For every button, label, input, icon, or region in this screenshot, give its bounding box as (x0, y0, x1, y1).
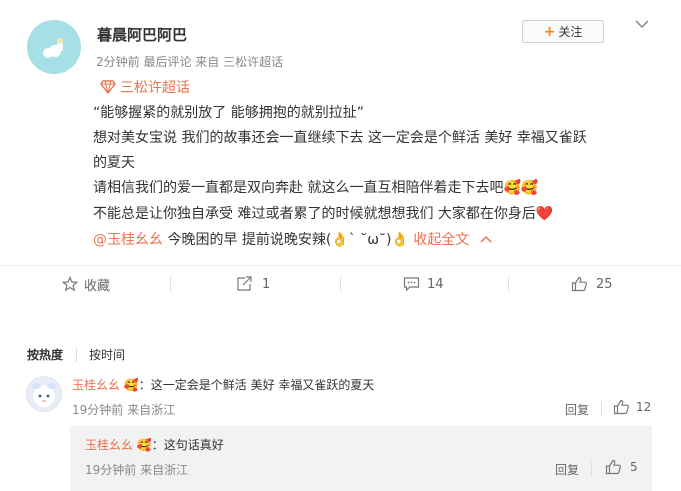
sort-by-time[interactable]: 按时间 (89, 346, 125, 363)
fan-badge-icon: 🥰 (123, 378, 139, 392)
collapse-button[interactable]: 收起全文 (413, 232, 492, 248)
plus-icon: + (543, 23, 556, 40)
chevron-down-icon[interactable] (634, 16, 650, 32)
like-button[interactable]: 25 (571, 266, 613, 302)
share-icon (237, 276, 252, 291)
post-toolbar: 收藏 1 14 25 (0, 265, 681, 303)
author-avatar[interactable] (27, 20, 81, 74)
reply-author[interactable]: 玉桂幺幺 (85, 438, 133, 452)
reply-meta: 19分钟前 来自浙江 (85, 463, 189, 477)
collapse-label: 收起全文 (413, 232, 470, 248)
super-topic-label: 三松许超话 (120, 80, 190, 96)
favorite-button[interactable]: 收藏 (62, 266, 110, 302)
fan-badge-icon: 🥰 (136, 438, 152, 452)
reply-text: ：这句话真好 (151, 438, 224, 452)
commenter-avatar[interactable] (26, 376, 62, 412)
comment-meta: 19分钟前 来自浙江 (72, 403, 176, 417)
share-button[interactable]: 1 (236, 266, 270, 302)
thumbs-up-icon (605, 459, 621, 475)
post-line-6: @玉桂幺幺 今晚困的早 提前说晚安辣(👌ˋ ˘ω˘)👌 收起全文 (93, 228, 653, 252)
reply-1: 玉桂幺幺 🥰：这句话真好 (85, 436, 224, 453)
comment-like-button[interactable]: 12 (613, 399, 651, 415)
star-icon (62, 276, 78, 292)
comment-count: 14 (427, 276, 444, 292)
comment-reply-button[interactable]: 回复 (565, 401, 589, 418)
favorite-label: 收藏 (84, 278, 111, 294)
post-line-3: 的夏天 (93, 155, 135, 171)
chevron-up-icon (480, 235, 492, 243)
thumbs-up-icon (571, 276, 587, 292)
comment-text: ：这一定会是个鲜活 美好 幸福又雀跃的夏天 (138, 378, 375, 392)
mention-link[interactable]: @玉桂幺幺 (93, 232, 163, 248)
like-count: 25 (596, 276, 613, 292)
author-username[interactable]: 暮晨阿巴阿巴 (97, 24, 187, 45)
comment-author[interactable]: 玉桂幺幺 (72, 378, 120, 392)
thumbs-up-icon (613, 399, 629, 415)
post-line-5: 不能总是让你独自承受 难过或者累了的时候就想想我们 大家都在你身后❤️ (93, 206, 554, 222)
sort-by-hot[interactable]: 按热度 (27, 346, 63, 363)
comment-like-count: 12 (636, 400, 652, 414)
comment-1: 玉桂幺幺 🥰：这一定会是个鲜活 美好 幸福又雀跃的夏天 (72, 376, 374, 393)
reply-like-count: 5 (630, 460, 638, 474)
post-line-6-text: 今晚困的早 提前说晚安辣(👌ˋ ˘ω˘)👌 (163, 232, 409, 248)
comment-button[interactable]: 14 (403, 266, 444, 302)
reply-like-button[interactable]: 5 (605, 459, 638, 475)
post-line-2: 想对美女宝说 我们的故事还会一直继续下去 这一定会是个鲜活 美好 幸福又雀跃 (93, 130, 587, 146)
follow-button[interactable]: + 关注 (522, 20, 604, 43)
post-line-1: “能够握紧的就别放了 能够拥抱的就别拉扯” (93, 105, 364, 121)
comment-icon (403, 277, 420, 292)
post-line-4: 请相信我们的爱一直都是双向奔赴 就这么一直互相陪伴着走下去吧🥰🥰 (93, 180, 539, 196)
reply-reply-button[interactable]: 回复 (555, 461, 579, 478)
follow-label: 关注 (558, 25, 583, 39)
share-count: 1 (262, 276, 271, 292)
super-topic-link[interactable]: 三松许超话 (100, 77, 190, 97)
diamond-icon (100, 80, 116, 94)
post-meta: 2分钟前 最后评论 来自 三松许超话 (96, 55, 284, 69)
